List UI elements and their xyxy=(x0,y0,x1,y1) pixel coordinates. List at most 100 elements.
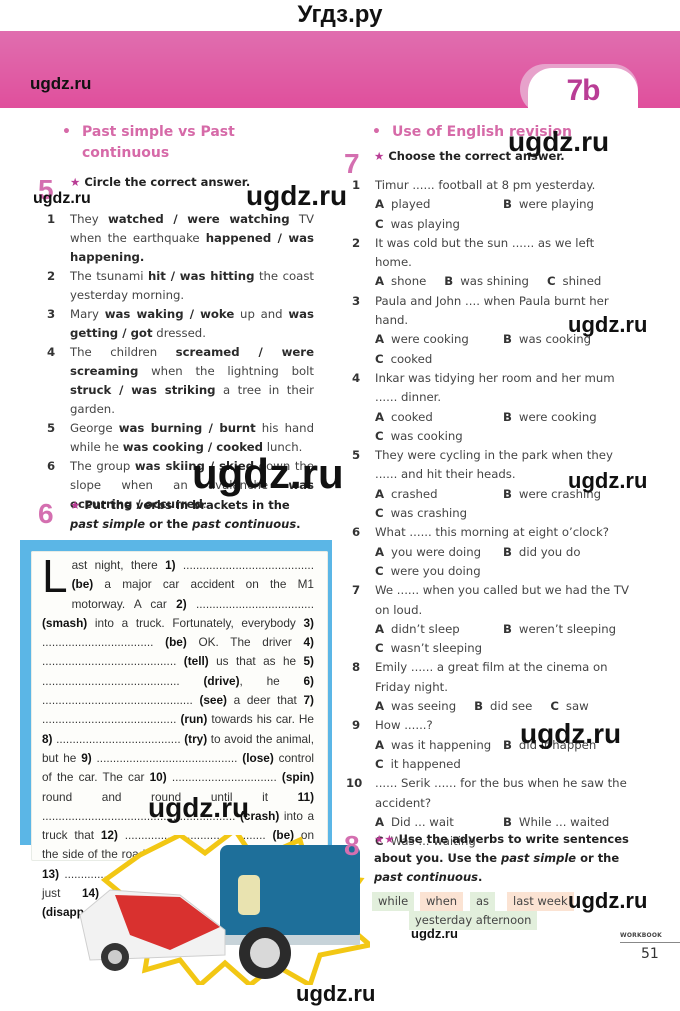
answer-option-b[interactable]: Bweren’t sleeping xyxy=(503,620,631,639)
option-letter: A xyxy=(375,197,385,212)
bold-text: 11) xyxy=(297,789,314,804)
text: , he xyxy=(239,673,304,688)
answer-option-b[interactable]: Bwere playing xyxy=(503,195,631,214)
option-text: played xyxy=(391,197,431,212)
option-text: crashed xyxy=(391,486,438,501)
answer-option-b[interactable]: Bdid see xyxy=(474,697,532,716)
option-text: cooked xyxy=(391,409,433,424)
answer-option-c[interactable]: Ccooked xyxy=(375,350,632,369)
answer-option-a[interactable]: Awas it happening xyxy=(375,736,503,755)
option-letter: B xyxy=(444,274,454,289)
text: ast night, there xyxy=(71,558,166,572)
answer-option-a[interactable]: Ashone xyxy=(375,272,426,291)
answer-option-c[interactable]: Csaw xyxy=(550,697,588,716)
item-text: They watched / were watching TV when the… xyxy=(70,210,314,267)
bold-text: (be) xyxy=(165,635,187,650)
answer-option-c[interactable]: Cwas playing xyxy=(375,215,632,234)
star-icon: ★★ xyxy=(374,832,395,846)
text: us that as he xyxy=(208,654,304,669)
bold-text: watched / were watching xyxy=(107,212,290,226)
answer-option-a[interactable]: Aplayed xyxy=(375,195,503,214)
item-number: 4 xyxy=(352,370,361,385)
watermark: ugdz.ru xyxy=(568,468,648,493)
text: up and xyxy=(234,307,289,321)
bold-text: (drive) xyxy=(203,673,240,688)
option-letter: C xyxy=(375,428,384,443)
item-number: 3 xyxy=(47,307,56,321)
answer-option-c[interactable]: Cwere you doing xyxy=(375,562,632,581)
exercise-7-instruction: ★ Choose the correct answer. xyxy=(374,149,565,163)
star-icon: ★ xyxy=(374,149,385,163)
option-text: you were doing xyxy=(391,544,482,559)
italic-text: past continuous xyxy=(374,870,478,884)
bold-text: 1) xyxy=(165,558,176,572)
option-letter: B xyxy=(503,409,512,424)
text: ........................................… xyxy=(42,654,184,669)
watermark: ugdz.ru xyxy=(30,74,92,93)
footer-label: WORKBOOK xyxy=(620,932,663,939)
option-letter: A xyxy=(375,486,385,501)
answer-option-b[interactable]: Bwas shining xyxy=(444,272,529,291)
answer-option-b[interactable]: Bwere cooking xyxy=(503,408,631,427)
footer-divider xyxy=(620,942,680,943)
site-title: Угдз.ру xyxy=(297,1,383,28)
option-text: shone xyxy=(391,274,427,289)
star-icon: ★ xyxy=(70,175,81,189)
answer-option-a[interactable]: Acrashed xyxy=(375,485,503,504)
exercise-7-item: 6 What ...... this morning at eight o’clo… xyxy=(352,523,632,581)
watermark: ugdz.ru xyxy=(568,312,648,337)
item-number: 2 xyxy=(47,269,56,283)
option-text: was crashing xyxy=(390,506,468,521)
option-text: cooked xyxy=(390,351,433,366)
answer-option-a[interactable]: Awere cooking xyxy=(375,330,503,349)
answer-option-a[interactable]: Acooked xyxy=(375,408,503,427)
option-text: wasn’t sleeping xyxy=(390,641,483,656)
option-letter: C xyxy=(375,506,384,521)
bold-text: (run) xyxy=(180,712,208,727)
question-text: ...... Serik ...... for the bus when he … xyxy=(375,776,627,810)
answer-option-b[interactable]: Bdid you do xyxy=(503,543,631,562)
text: when the lightning bolt xyxy=(138,364,314,378)
answer-option-c[interactable]: Cwas cooking xyxy=(375,427,632,446)
star-icon: ★ xyxy=(70,498,81,512)
answer-option-a[interactable]: Adidn’t sleep xyxy=(375,620,503,639)
option-letter: A xyxy=(375,409,385,424)
text: into a truck. Fortunately, everybody xyxy=(87,615,304,630)
section-heading-line2: continuous xyxy=(82,145,170,161)
watermark: ugdz.ru xyxy=(246,180,348,211)
item-number: 7 xyxy=(352,583,361,598)
text: ........................................ xyxy=(175,558,314,572)
option-text: did you do xyxy=(518,544,581,559)
answer-option-c[interactable]: Cit happened xyxy=(375,755,632,774)
answer-option-c[interactable]: Cwasn’t sleeping xyxy=(375,639,632,658)
answer-option-a[interactable]: Awas seeing xyxy=(375,697,456,716)
italic-text: past simple xyxy=(70,517,146,531)
exercise-8-instruction: ★★ Use the adverbs to write sentences abo… xyxy=(374,830,636,887)
exercise-5-item: 2 The tsunami hit / was hitting the coast… xyxy=(47,267,314,305)
bold-text: 4) xyxy=(303,635,315,650)
item-number: 5 xyxy=(352,448,361,463)
bold-text: 2) xyxy=(176,596,187,611)
option-text: were cooking xyxy=(518,409,597,424)
section-heading-grammar: • Past simple vs Past continuous xyxy=(62,122,235,164)
dropcap: L xyxy=(42,550,68,602)
question-text: Emily ...... a great film at the cinema … xyxy=(375,660,608,694)
answer-option-c[interactable]: Cshined xyxy=(547,272,601,291)
option-text: didn’t sleep xyxy=(391,621,460,636)
option-text: it happened xyxy=(390,756,461,771)
option-text: was shining xyxy=(460,274,529,289)
item-number: 3 xyxy=(352,293,361,308)
item-text: The tsunami hit / was hitting the coast … xyxy=(70,267,314,305)
answer-option-a[interactable]: Ayou were doing xyxy=(375,543,503,562)
text: or the xyxy=(145,517,193,531)
watermark: ugdz.ru xyxy=(148,792,250,823)
watermark: ugdz.ru xyxy=(520,718,622,749)
exercise-5-instruction: ★ Circle the correct answer. xyxy=(70,175,251,189)
option-letter: B xyxy=(503,737,512,752)
item-number: 1 xyxy=(352,178,361,192)
option-letter: A xyxy=(375,274,385,289)
exercise-7-item: 2 It was cold but the sun ...... as we le… xyxy=(352,234,632,292)
option-text: Did ... wait xyxy=(391,814,454,829)
option-letter: B xyxy=(503,814,512,829)
answer-option-c[interactable]: Cwas crashing xyxy=(375,504,632,523)
